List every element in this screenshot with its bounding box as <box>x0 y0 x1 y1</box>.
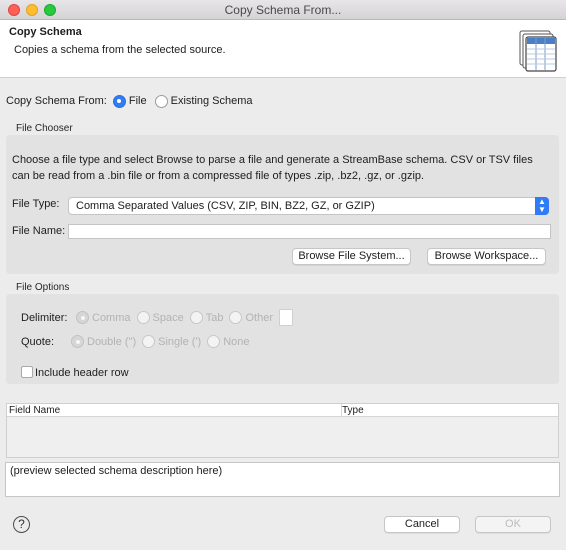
quote-option-label: Single (') <box>158 335 202 348</box>
delimiter-option-label: Tab <box>205 311 224 324</box>
delimiter-comma-radio[interactable] <box>76 311 89 324</box>
source-option-file[interactable]: File <box>112 94 147 108</box>
title-bar: Copy Schema From... <box>0 0 566 20</box>
help-icon[interactable]: ? <box>13 516 30 533</box>
table-header: Field Name Type <box>7 404 558 417</box>
column-header-field-name[interactable]: Field Name <box>9 405 60 416</box>
delimiter-tab-radio[interactable] <box>189 311 203 324</box>
delimiter-option-comma[interactable]: Comma <box>76 311 131 324</box>
source-option-label: Existing Schema <box>170 95 253 107</box>
quote-single-radio[interactable] <box>142 335 156 348</box>
delimiter-space-radio[interactable] <box>136 311 150 324</box>
delimiter-other-input[interactable] <box>278 309 293 326</box>
schema-fields-table[interactable]: Field Name Type <box>6 403 559 458</box>
source-option-label: File <box>128 95 147 107</box>
file-type-label: File Type: <box>12 198 60 210</box>
banner-description: Copies a schema from the selected source… <box>14 44 226 56</box>
delimiter-other-radio[interactable] <box>229 311 243 324</box>
source-file-radio[interactable] <box>112 94 126 108</box>
quote-options: Double (") Single (') None <box>71 335 256 348</box>
quote-option-single[interactable]: Single (') <box>142 335 201 348</box>
window-title: Copy Schema From... <box>224 3 342 17</box>
file-name-input[interactable] <box>68 224 551 239</box>
browse-workspace-button[interactable]: Browse Workspace... <box>427 248 546 265</box>
delimiter-option-space[interactable]: Space <box>136 311 184 324</box>
quote-label: Quote: <box>21 336 55 348</box>
delimiter-label: Delimiter: <box>21 312 68 324</box>
include-header-row-checkbox[interactable] <box>21 366 33 378</box>
schema-table-icon <box>519 30 557 72</box>
quote-option-none[interactable]: None <box>207 335 250 348</box>
file-chooser-instructions: Choose a file type and select Browse to … <box>12 154 533 182</box>
ok-button[interactable]: OK <box>475 516 551 533</box>
file-options-group-label: File Options <box>16 282 70 293</box>
browse-file-system-button[interactable]: Browse File System... <box>292 248 411 265</box>
delimiter-options: Comma Space Tab Other <box>76 309 293 326</box>
source-selector: Copy Schema From: File Existing Schema <box>6 94 253 108</box>
source-label: Copy Schema From: <box>6 95 107 107</box>
quote-none-radio[interactable] <box>207 335 221 348</box>
file-name-label: File Name: <box>12 225 66 237</box>
delimiter-option-label: Comma <box>92 311 131 324</box>
column-header-type[interactable]: Type <box>342 405 364 416</box>
quote-option-label: None <box>223 335 250 348</box>
delimiter-option-other[interactable]: Other <box>229 311 273 324</box>
delimiter-option-label: Space <box>152 311 184 324</box>
quote-option-double[interactable]: Double (") <box>71 335 136 348</box>
quote-double-radio[interactable] <box>71 335 84 348</box>
chevron-up-down-icon: ▲ ▼ <box>535 197 549 215</box>
file-type-value: Comma Separated Values (CSV, ZIP, BIN, B… <box>76 200 375 212</box>
file-chooser-group-label: File Chooser <box>16 123 73 134</box>
cancel-button[interactable]: Cancel <box>384 516 460 533</box>
source-existing-schema-radio[interactable] <box>154 94 168 108</box>
banner-title: Copy Schema <box>9 26 82 38</box>
source-option-existing-schema[interactable]: Existing Schema <box>154 94 253 108</box>
quote-option-label: Double (") <box>87 335 137 348</box>
dialog-banner: Copy Schema Copies a schema from the sel… <box>0 20 566 78</box>
delimiter-option-label: Other <box>245 311 273 324</box>
file-type-select[interactable]: Comma Separated Values (CSV, ZIP, BIN, B… <box>68 197 549 215</box>
include-header-row-label: Include header row <box>35 367 129 379</box>
delimiter-option-tab[interactable]: Tab <box>189 311 224 324</box>
schema-description-preview[interactable]: (preview selected schema description her… <box>5 462 560 497</box>
